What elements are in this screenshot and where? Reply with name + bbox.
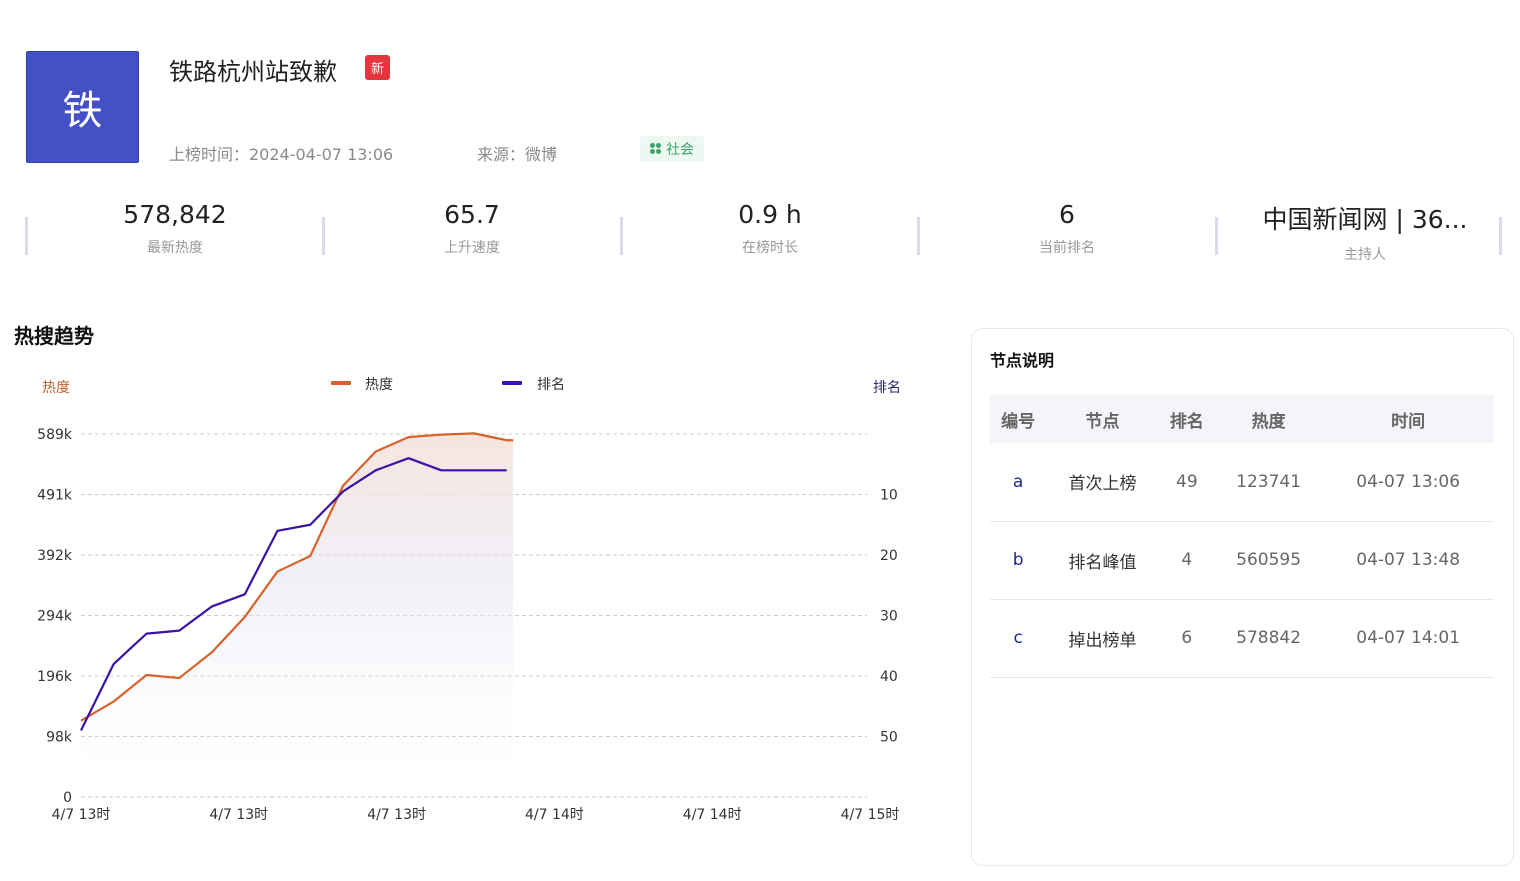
topic-title: 铁路杭州站致歉: [169, 58, 337, 86]
right-tick-label: 20: [880, 548, 898, 564]
legend-label-heat: 热度: [365, 377, 393, 393]
cell-heat: 560595: [1214, 521, 1323, 600]
trend-title: 热搜趋势: [14, 324, 94, 348]
left-tick-label: 392k: [37, 548, 73, 564]
left-tick-label: 196k: [37, 669, 73, 685]
x-tick-label: 4/7 15时: [841, 807, 900, 823]
x-tick-label: 4/7 13时: [209, 807, 268, 823]
node-panel-title-text: 节点说明: [990, 351, 1055, 370]
cell-code: c: [990, 599, 1047, 678]
x-tick-label: 4/7 13时: [52, 807, 111, 823]
left-axis-label: 热度: [42, 380, 70, 396]
cell-node: 首次上榜: [1046, 443, 1159, 522]
cell-code: a: [990, 443, 1047, 522]
stat-latest-heat: 578,842 最新热度: [26, 200, 324, 257]
list-time: 上榜时间：2024-04-07 13:06: [169, 145, 394, 164]
cell-heat: 578842: [1214, 599, 1323, 678]
stat-value: 中国新闻网 | 36...: [1262, 205, 1468, 234]
table-row: a 首次上榜 49 123741 04-07 13:06: [990, 443, 1494, 522]
clover-icon: [650, 143, 662, 155]
new-badge: 新: [365, 55, 390, 80]
stats-bar: 578,842 最新热度 65.7 上升速度 0.9 h 在榜时长 6 当前排名…: [0, 200, 1520, 270]
cell-time: 04-07 13:06: [1322, 443, 1494, 522]
stat-duration: 0.9 h 在榜时长: [621, 200, 919, 257]
left-tick-label: 294k: [37, 609, 73, 625]
th-rank: 排名: [1158, 395, 1215, 443]
stat-rise-speed: 65.7 上升速度: [323, 200, 621, 257]
table-row: b 排名峰值 4 560595 04-07 13:48: [990, 521, 1494, 600]
stat-label: 当前排名: [1039, 240, 1095, 256]
stat-value: 6: [1059, 200, 1075, 229]
category-tag[interactable]: 社会: [640, 136, 704, 162]
th-code: 编号: [990, 395, 1047, 443]
cell-heat: 123741: [1214, 443, 1323, 522]
stat-label: 最新热度: [147, 240, 203, 256]
source: 来源：微博: [477, 145, 558, 164]
left-tick-label: 491k: [37, 488, 73, 504]
cell-rank: 4: [1158, 521, 1215, 600]
node-panel: 节点说明 编号 节点 排名 热度 时间 a 首次上榜 49 123741 04-…: [971, 328, 1514, 866]
stat-value: 65.7: [444, 200, 500, 229]
x-tick-label: 4/7 14时: [683, 807, 742, 823]
right-tick-label: 50: [880, 730, 898, 746]
stat-label: 主持人: [1344, 247, 1386, 263]
stat-divider: [1499, 217, 1502, 255]
trend-chart[interactable]: 589k 491k 392k 294k 196k 98k 0 10 20 30 40 50 4/7 13…: [0, 360, 960, 840]
stat-label: 在榜时长: [742, 240, 798, 256]
cell-rank: 49: [1158, 443, 1215, 522]
cell-node: 排名峰值: [1046, 521, 1159, 600]
cell-rank: 6: [1158, 599, 1215, 678]
th-heat: 热度: [1214, 395, 1323, 443]
th-time: 时间: [1322, 395, 1494, 443]
legend-swatch-rank: [502, 381, 522, 385]
stat-host: 中国新闻网 | 36... 主持人: [1216, 200, 1514, 264]
node-table: 编号 节点 排名 热度 时间 a 首次上榜 49 123741 04-07 13…: [990, 395, 1494, 678]
right-tick-label: 10: [880, 488, 898, 504]
stat-current-rank: 6 当前排名: [918, 200, 1216, 257]
legend-swatch-heat: [331, 381, 351, 385]
left-tick-label: 98k: [46, 730, 73, 746]
right-tick-label: 40: [880, 669, 898, 685]
topic-header: 铁 铁路杭州站致歉 新 上榜时间：2024-04-07 13:06 来源：微博 …: [0, 0, 1520, 190]
topic-avatar: 铁: [26, 51, 139, 163]
stat-value: 578,842: [123, 200, 227, 229]
cell-node: 掉出榜单: [1046, 599, 1159, 678]
table-header-row: 编号 节点 排名 热度 时间: [990, 395, 1494, 443]
left-tick-label: 589k: [37, 427, 73, 443]
category-label: 社会: [666, 142, 694, 158]
stat-value: 0.9 h: [738, 200, 802, 229]
legend-label-rank: 排名: [537, 377, 565, 393]
x-tick-label: 4/7 14时: [525, 807, 584, 823]
node-panel-title: 节点说明: [986, 347, 1066, 375]
right-tick-label: 30: [880, 609, 898, 625]
cell-time: 04-07 13:48: [1322, 521, 1494, 600]
cell-code: b: [990, 521, 1047, 600]
right-axis-label: 排名: [873, 380, 901, 396]
th-node: 节点: [1046, 395, 1159, 443]
table-row: c 掉出榜单 6 578842 04-07 14:01: [990, 599, 1494, 678]
left-tick-label: 0: [63, 790, 72, 806]
cell-time: 04-07 14:01: [1322, 599, 1494, 678]
stat-label: 上升速度: [444, 240, 500, 256]
x-tick-label: 4/7 13时: [367, 807, 426, 823]
